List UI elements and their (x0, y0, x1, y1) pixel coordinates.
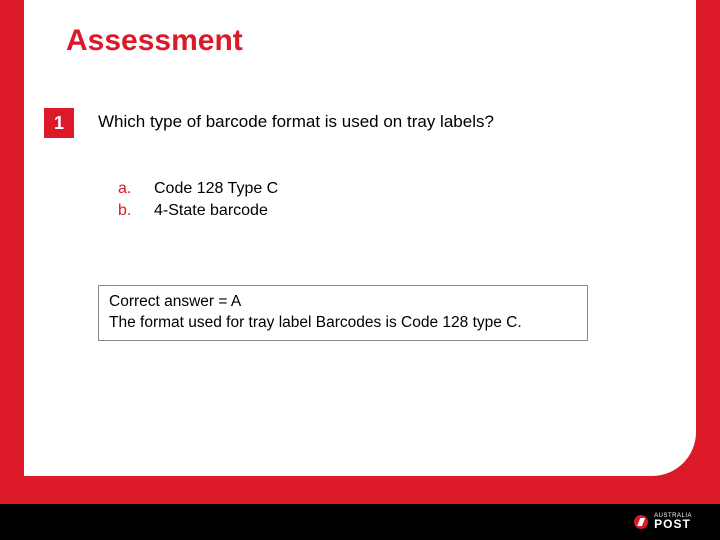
option-text: 4-State barcode (154, 200, 268, 222)
brand-mark-icon (634, 515, 648, 529)
option-text: Code 128 Type C (154, 178, 278, 200)
option-letter: b. (118, 200, 136, 222)
question-body: Which type of barcode format is used on … (98, 108, 660, 341)
option-row: a. Code 128 Type C (118, 178, 660, 200)
answer-line: Correct answer = A (109, 292, 577, 313)
answer-line: The format used for tray label Barcodes … (109, 313, 577, 334)
content-panel: Assessment 1 Which type of barcode forma… (24, 0, 696, 476)
question-number-badge: 1 (44, 108, 74, 138)
brand-bottom-text: POST (654, 519, 692, 529)
brand-logo: AUSTRALIA POST (634, 514, 692, 529)
footer-bar: AUSTRALIA POST (0, 504, 720, 540)
question-text: Which type of barcode format is used on … (98, 112, 660, 132)
options-list: a. Code 128 Type C b. 4-State barcode (118, 178, 660, 221)
question-block: 1 Which type of barcode format is used o… (60, 108, 660, 341)
option-row: b. 4-State barcode (118, 200, 660, 222)
slide: Assessment 1 Which type of barcode forma… (0, 0, 720, 504)
answer-box: Correct answer = A The format used for t… (98, 285, 588, 341)
slide-title: Assessment (66, 24, 660, 58)
option-letter: a. (118, 178, 136, 200)
brand-text: AUSTRALIA POST (654, 514, 692, 529)
